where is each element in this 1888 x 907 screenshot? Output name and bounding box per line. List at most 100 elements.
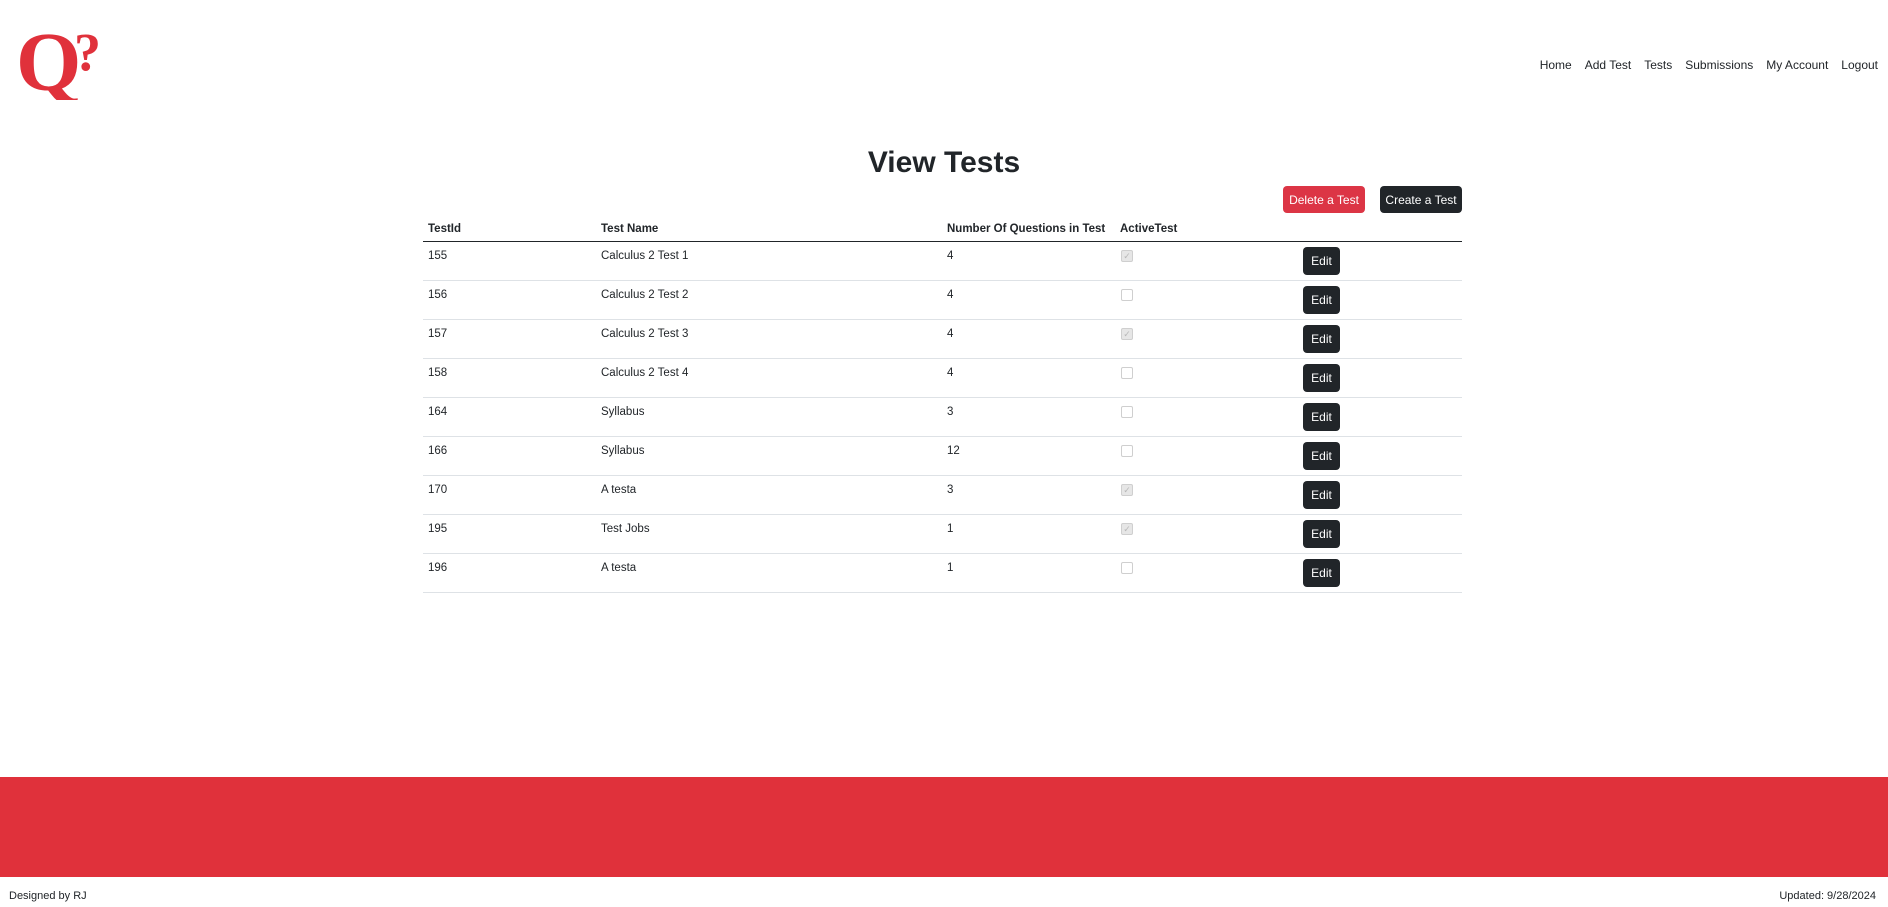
cell-test-name: A testa — [596, 553, 942, 593]
cell-question-count: 12 — [942, 436, 1115, 476]
cell-testid: 155 — [423, 241, 596, 281]
nav-logout[interactable]: Logout — [1841, 58, 1878, 72]
cell-question-count: 1 — [942, 553, 1115, 593]
testid-text: 195 — [428, 523, 448, 535]
delete-test-button[interactable]: Delete a Test — [1283, 186, 1365, 213]
testid-text: 157 — [428, 328, 448, 340]
table-row: 195 Test Jobs 1 ✓ Edit — [423, 514, 1462, 554]
cell-actions: Edit — [1288, 514, 1462, 554]
cell-question-count: 3 — [942, 475, 1115, 515]
cell-actions: Edit — [1288, 241, 1462, 281]
cell-question-count: 4 — [942, 358, 1115, 398]
cell-question-count: 3 — [942, 397, 1115, 437]
header-active-test: ActiveTest — [1115, 216, 1288, 242]
edit-button[interactable]: Edit — [1303, 403, 1340, 431]
question-count-text: 1 — [947, 523, 954, 535]
q-question-mark-logo-icon: Q ? — [16, 16, 101, 109]
table-row: 166 Syllabus 12 Edit — [423, 436, 1462, 476]
active-checkbox[interactable] — [1121, 562, 1133, 574]
footer-designer: Designed by RJ — [9, 890, 87, 902]
svg-text:Q: Q — [16, 20, 81, 100]
cell-actions: Edit — [1288, 319, 1462, 359]
cell-active — [1115, 436, 1288, 476]
test-name-text: Test Jobs — [601, 523, 650, 535]
test-name-text: Calculus 2 Test 4 — [601, 367, 689, 379]
cell-active — [1115, 553, 1288, 593]
header-actions — [1288, 216, 1462, 242]
cell-question-count: 4 — [942, 319, 1115, 359]
question-count-text: 4 — [947, 328, 954, 340]
test-name-text: A testa — [601, 484, 637, 496]
header-testid: TestId — [423, 216, 596, 242]
testid-text: 196 — [428, 562, 448, 574]
cell-testid: 195 — [423, 514, 596, 554]
active-checkbox[interactable] — [1121, 289, 1133, 301]
cell-actions: Edit — [1288, 397, 1462, 437]
question-count-text: 3 — [947, 406, 954, 418]
edit-button[interactable]: Edit — [1303, 364, 1340, 392]
tests-table: TestId Test Name Number Of Questions in … — [423, 216, 1462, 593]
edit-button[interactable]: Edit — [1303, 520, 1340, 548]
active-checkbox[interactable] — [1121, 445, 1133, 457]
cell-actions: Edit — [1288, 553, 1462, 593]
cell-active — [1115, 397, 1288, 437]
active-checkbox[interactable]: ✓ — [1121, 523, 1133, 535]
create-test-button[interactable]: Create a Test — [1380, 186, 1462, 213]
question-count-text: 3 — [947, 484, 954, 496]
table-row: 158 Calculus 2 Test 4 4 Edit — [423, 358, 1462, 398]
edit-button[interactable]: Edit — [1303, 325, 1340, 353]
nav-my-account[interactable]: My Account — [1766, 58, 1828, 72]
testid-text: 156 — [428, 289, 448, 301]
cell-actions: Edit — [1288, 280, 1462, 320]
cell-testid: 166 — [423, 436, 596, 476]
test-name-text: Syllabus — [601, 445, 645, 457]
test-name-text: A testa — [601, 562, 637, 574]
cell-question-count: 4 — [942, 280, 1115, 320]
svg-text:?: ? — [74, 22, 101, 82]
active-checkbox[interactable]: ✓ — [1121, 484, 1133, 496]
testid-text: 158 — [428, 367, 448, 379]
question-count-text: 12 — [947, 445, 960, 457]
cell-test-name: Calculus 2 Test 1 — [596, 241, 942, 281]
active-checkbox[interactable]: ✓ — [1121, 250, 1133, 262]
header-test-name: Test Name — [596, 216, 942, 242]
edit-button[interactable]: Edit — [1303, 286, 1340, 314]
nav-submissions[interactable]: Submissions — [1685, 58, 1753, 72]
footer-updated: Updated: 9/28/2024 — [1779, 890, 1876, 902]
testid-text: 155 — [428, 250, 448, 262]
cell-active: ✓ — [1115, 319, 1288, 359]
test-name-text: Syllabus — [601, 406, 645, 418]
table-row: 156 Calculus 2 Test 2 4 Edit — [423, 280, 1462, 320]
cell-question-count: 4 — [942, 241, 1115, 281]
cell-test-name: Syllabus — [596, 397, 942, 437]
cell-testid: 156 — [423, 280, 596, 320]
table-row: 164 Syllabus 3 Edit — [423, 397, 1462, 437]
nav-home[interactable]: Home — [1540, 58, 1572, 72]
test-name-text: Calculus 2 Test 1 — [601, 250, 689, 262]
cell-active — [1115, 358, 1288, 398]
cell-testid: 196 — [423, 553, 596, 593]
site-logo[interactable]: Q ? — [16, 16, 124, 109]
testid-text: 164 — [428, 406, 448, 418]
edit-button[interactable]: Edit — [1303, 247, 1340, 275]
active-checkbox[interactable] — [1121, 367, 1133, 379]
cell-test-name: Calculus 2 Test 2 — [596, 280, 942, 320]
nav-tests[interactable]: Tests — [1644, 58, 1672, 72]
question-count-text: 4 — [947, 250, 954, 262]
edit-button[interactable]: Edit — [1303, 442, 1340, 470]
test-name-text: Calculus 2 Test 2 — [601, 289, 689, 301]
cell-actions: Edit — [1288, 436, 1462, 476]
active-checkbox[interactable]: ✓ — [1121, 328, 1133, 340]
active-checkbox[interactable] — [1121, 406, 1133, 418]
cell-actions: Edit — [1288, 358, 1462, 398]
cell-active — [1115, 280, 1288, 320]
cell-active: ✓ — [1115, 241, 1288, 281]
cell-test-name: Test Jobs — [596, 514, 942, 554]
cell-question-count: 1 — [942, 514, 1115, 554]
cell-active: ✓ — [1115, 514, 1288, 554]
cell-actions: Edit — [1288, 475, 1462, 515]
edit-button[interactable]: Edit — [1303, 481, 1340, 509]
nav-add-test[interactable]: Add Test — [1585, 58, 1631, 72]
edit-button[interactable]: Edit — [1303, 559, 1340, 587]
page-title: View Tests — [867, 146, 1021, 179]
